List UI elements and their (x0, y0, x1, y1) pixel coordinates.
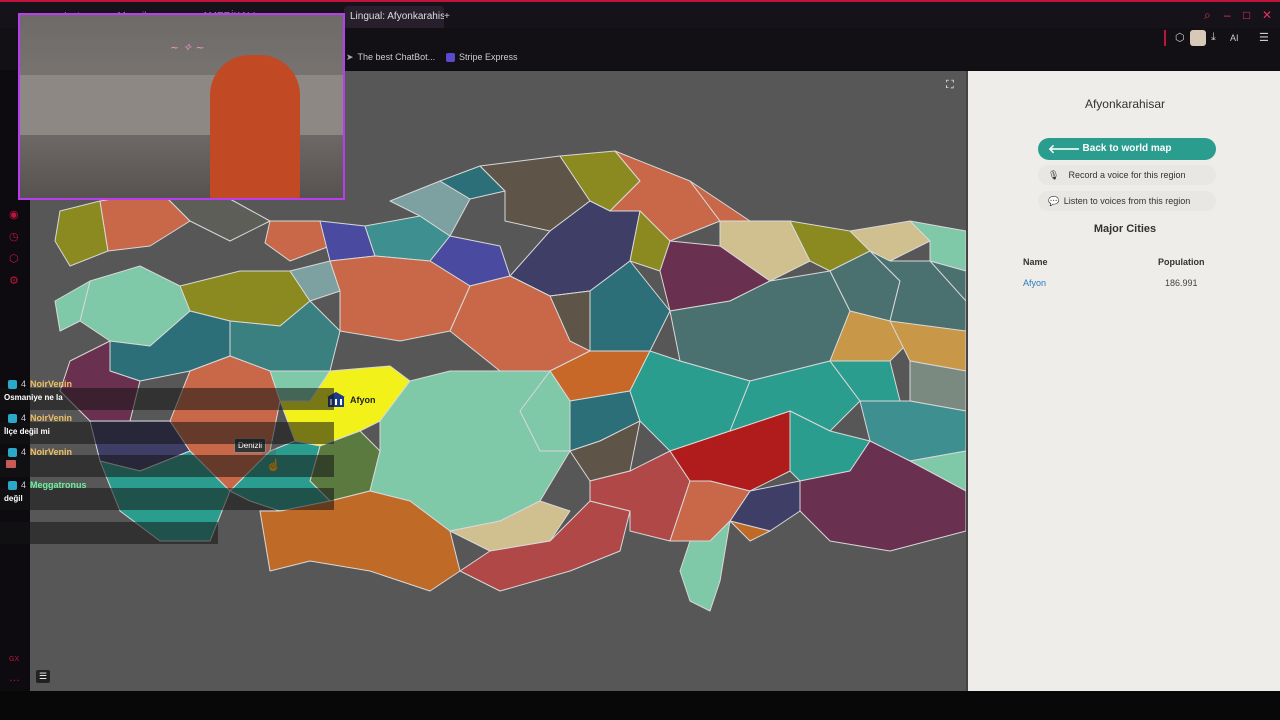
city-name-link[interactable]: Afyon (1023, 278, 1046, 288)
fullscreen-icon[interactable]: ⛶ (946, 79, 954, 92)
more-icon[interactable]: … (9, 672, 20, 684)
ai-button[interactable]: AI (1230, 33, 1239, 43)
webcam-overlay: ~ ✧ ~ (18, 13, 345, 200)
record-voice-button[interactable]: 🎙 Record a voice for this region (1038, 165, 1216, 185)
box-icon[interactable]: ⬡ (9, 252, 19, 265)
chat-bg (0, 422, 334, 444)
minimize-icon[interactable]: – (1224, 8, 1231, 22)
chat-username: 4 NoirVenin (8, 447, 73, 458)
region-panel: Afyonkarahisar 🡐 Back to world map 🎙 Rec… (966, 71, 1280, 691)
chat-message: İlçe değil mi (4, 427, 50, 436)
bookmark-arrow-icon: ➤ (346, 52, 354, 62)
arrow-left-icon: 🡐 (1048, 142, 1081, 156)
bookmark-stripe[interactable]: Stripe Express (446, 52, 518, 63)
new-tab-button[interactable]: + (438, 6, 456, 28)
badge-icon (8, 414, 17, 424)
chat-message: değil (4, 494, 23, 503)
gx-label: GX (9, 656, 20, 663)
badge-number: 4 (21, 413, 27, 423)
stripe-icon (446, 53, 455, 63)
bookmark-label: Stripe Express (459, 52, 518, 62)
username: Meggatronus (30, 480, 87, 490)
username: NoirVenin (30, 413, 73, 423)
menu-icon[interactable]: ☰ (1259, 31, 1269, 44)
region-kocaeli (264, 220, 331, 262)
badge-number: 4 (21, 480, 27, 490)
bookmark-chatbot[interactable]: ➤ The best ChatBot... (346, 52, 435, 63)
chat-bg (0, 455, 334, 477)
tab-lingual[interactable]: Lingual: Afyonkarahisar (344, 6, 444, 28)
settings-icon[interactable]: ⚙ (9, 274, 19, 287)
record-icon[interactable]: ◉ (9, 208, 19, 221)
back-button-label: Back to world map (1082, 143, 1172, 154)
username: NoirVenin (30, 447, 73, 457)
badge-number: 4 (21, 379, 27, 389)
record-button-label: Record a voice for this region (1068, 170, 1186, 180)
history-icon[interactable]: ◷ (9, 230, 19, 243)
emote-icon (6, 460, 16, 468)
badge-icon (8, 448, 17, 458)
download-icon[interactable]: ⤓ (1211, 31, 1216, 44)
map-menu-icon[interactable]: ☰ (36, 670, 50, 683)
table-header-name: Name (1023, 257, 1048, 267)
chat-username: 4 NoirVenin (8, 379, 73, 390)
chat-username: 4 NoirVenin (8, 413, 73, 424)
ai-label: AI (1230, 33, 1239, 43)
toolbar-divider (1164, 30, 1166, 46)
maximize-icon[interactable]: □ (1243, 8, 1250, 22)
region-kirklareli (54, 200, 109, 267)
chat-bg (0, 522, 218, 544)
listen-voices-button[interactable]: 💬 Listen to voices from this region (1038, 191, 1216, 211)
region-title: Afyonkarahisar (1084, 97, 1166, 111)
back-to-world-map-button[interactable]: 🡐 Back to world map (1038, 138, 1216, 160)
streamer (210, 55, 300, 198)
table-header-population: Population (1158, 257, 1205, 267)
badge-icon (8, 481, 17, 491)
avatar[interactable] (1190, 30, 1206, 46)
badge-number: 4 (21, 447, 27, 457)
search-icon[interactable]: ⌕ (1204, 8, 1211, 23)
username: NoirVenin (30, 379, 73, 389)
bottom-bar (0, 691, 1280, 720)
listen-button-label: Listen to voices from this region (1063, 196, 1191, 206)
chat-message: Osmaniye ne la (4, 393, 63, 402)
neon-sign: ~ ✧ ~ (170, 41, 205, 54)
badge-icon (8, 380, 17, 390)
chat-icon: 💬 (1048, 196, 1060, 206)
chat-bg (0, 488, 334, 510)
extensions-icon[interactable]: ⬡ (1175, 31, 1185, 44)
close-icon[interactable]: ✕ (1262, 8, 1272, 22)
bookmark-label: The best ChatBot... (357, 52, 436, 62)
major-cities-title: Major Cities (1093, 223, 1157, 235)
city-label: Afyon (350, 395, 376, 405)
chat-username: 4 Meggatronus (8, 480, 87, 491)
city-population: 186.991 (1165, 278, 1198, 288)
microphone-icon: 🎙 (1048, 170, 1060, 180)
